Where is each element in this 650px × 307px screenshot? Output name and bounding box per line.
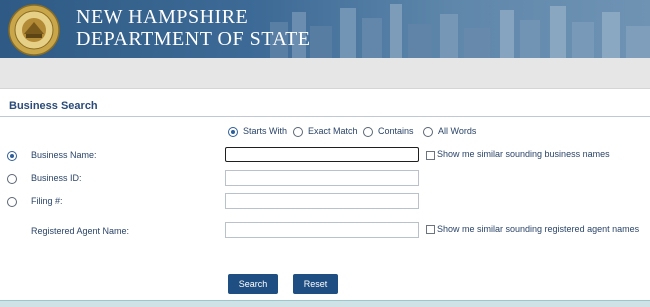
section-title: Business Search	[9, 100, 98, 112]
match-starts-with-radio[interactable]	[228, 127, 238, 137]
filing-number-label: Filing #:	[31, 196, 63, 206]
business-name-label: Business Name:	[31, 150, 97, 160]
business-id-radio[interactable]	[7, 174, 17, 184]
similar-agent-names-checkbox[interactable]	[426, 225, 435, 234]
registered-agent-label: Registered Agent Name:	[31, 226, 130, 236]
match-contains-radio[interactable]	[363, 127, 373, 137]
similar-agent-names-label: Show me similar sounding registered agen…	[437, 224, 640, 234]
business-name-input[interactable]	[225, 147, 419, 162]
site-header-banner: NEW HAMPSHIRE DEPARTMENT OF STATE	[0, 0, 650, 58]
match-all-words-radio[interactable]	[423, 127, 433, 137]
site-title: NEW HAMPSHIRE DEPARTMENT OF STATE	[76, 6, 311, 50]
match-all-words-label: All Words	[438, 126, 477, 136]
site-title-line1: NEW HAMPSHIRE	[76, 6, 249, 28]
business-name-radio[interactable]	[7, 151, 17, 161]
similar-business-names-label: Show me similar sounding business names	[437, 149, 610, 159]
match-exact-label: Exact Match	[308, 126, 358, 136]
section-divider	[0, 116, 650, 117]
business-id-input[interactable]	[225, 170, 419, 186]
similar-business-names-checkbox[interactable]	[426, 151, 435, 160]
registered-agent-input[interactable]	[225, 222, 419, 238]
match-contains-label: Contains	[378, 126, 414, 136]
business-id-label: Business ID:	[31, 173, 82, 183]
site-title-line2: DEPARTMENT OF STATE	[76, 28, 311, 50]
filing-number-input[interactable]	[225, 193, 419, 209]
state-seal-icon	[8, 4, 60, 56]
match-exact-radio[interactable]	[293, 127, 303, 137]
search-button[interactable]: Search	[228, 274, 278, 294]
reset-button[interactable]: Reset	[293, 274, 338, 294]
filing-number-radio[interactable]	[7, 197, 17, 207]
match-starts-with-label: Starts With	[243, 126, 288, 136]
